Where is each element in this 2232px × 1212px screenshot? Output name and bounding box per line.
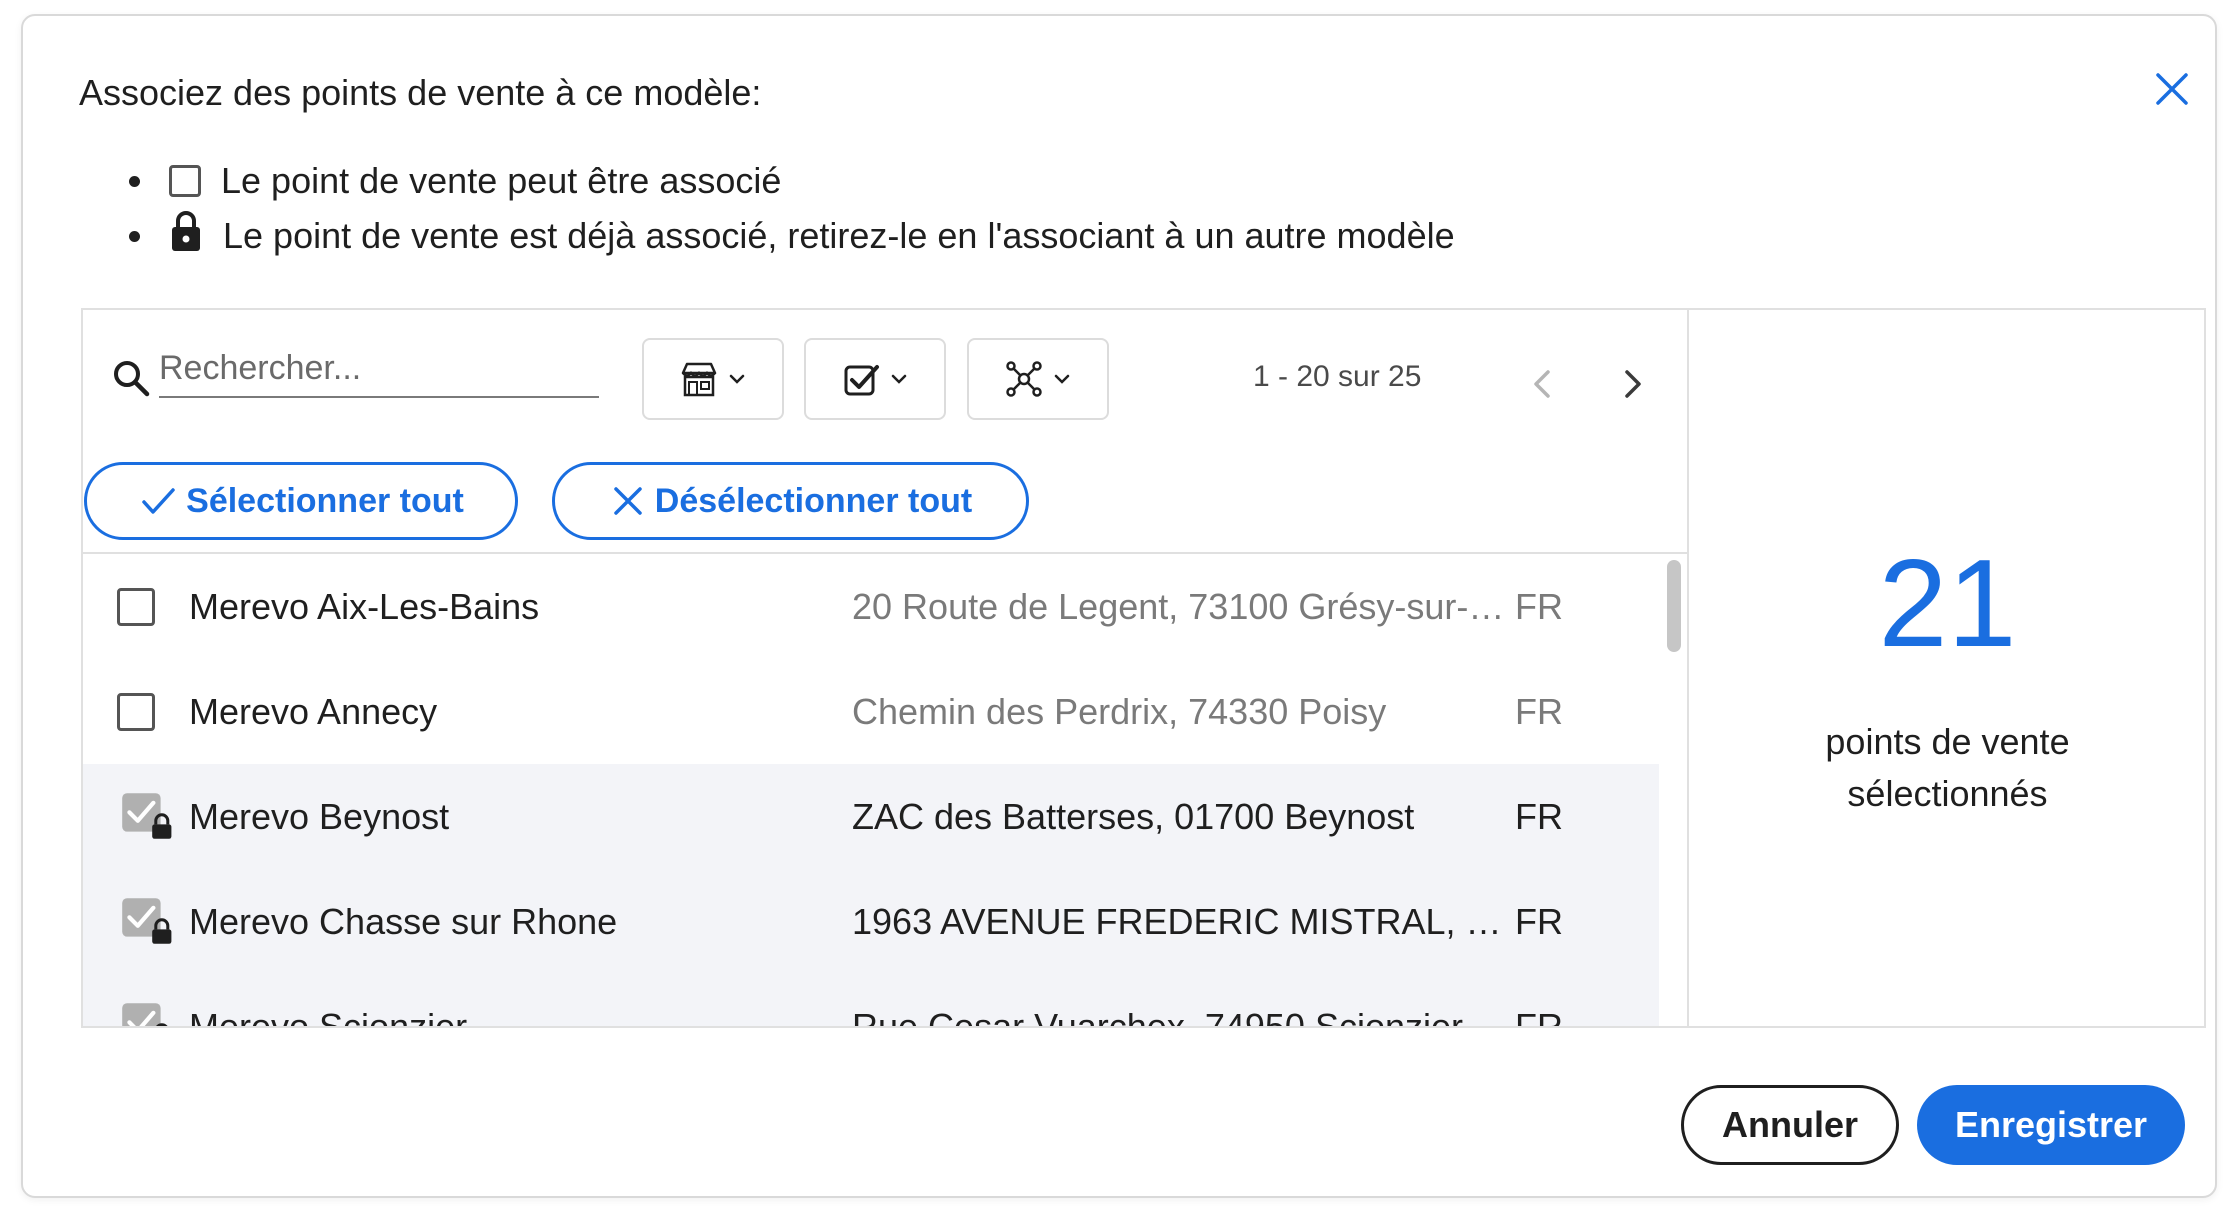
legend-text-locked: Le point de vente est déjà associé, reti… bbox=[223, 215, 1455, 256]
selected-count-label: points de vente sélectionnés bbox=[1691, 716, 2204, 820]
network-icon bbox=[1006, 361, 1042, 397]
store-checkbox[interactable] bbox=[117, 692, 155, 731]
store-country: FR bbox=[1515, 585, 1563, 627]
close-icon bbox=[614, 487, 642, 515]
select-all-label: Sélectionner tout bbox=[186, 481, 464, 520]
stores-list: Merevo Aix-Les-Bains 20 Route de Legent,… bbox=[83, 552, 1687, 1026]
legend-text-available: Le point de vente peut être associé bbox=[221, 160, 782, 201]
chevron-down-icon bbox=[1054, 374, 1070, 384]
store-country: FR bbox=[1515, 795, 1563, 837]
store-row[interactable]: Merevo Aix-Les-Bains 20 Route de Legent,… bbox=[83, 554, 1659, 659]
store-name: Merevo Scionzier bbox=[189, 1005, 468, 1027]
chevron-down-icon bbox=[891, 374, 907, 384]
store-country: FR bbox=[1515, 900, 1563, 942]
legend-item-available: Le point de vente peut être associé bbox=[129, 160, 781, 202]
chevron-right-icon[interactable] bbox=[1612, 364, 1652, 404]
checkbox-checked-icon bbox=[844, 365, 879, 396]
store-filter-button[interactable] bbox=[642, 338, 784, 420]
selected-count-label-line1: points de vente bbox=[1825, 721, 2070, 762]
associate-stores-dialog: Associez des points de vente à ce modèle… bbox=[21, 14, 2217, 1198]
legend-item-locked: Le point de vente est déjà associé, reti… bbox=[129, 211, 1455, 257]
deselect-all-button[interactable]: Désélectionner tout bbox=[552, 462, 1029, 540]
store-checkbox[interactable] bbox=[117, 587, 155, 626]
dialog-title: Associez des points de vente à ce modèle… bbox=[79, 72, 762, 113]
store-name: Merevo Aix-Les-Bains bbox=[189, 585, 540, 627]
select-all-button[interactable]: Sélectionner tout bbox=[84, 462, 518, 540]
bullet bbox=[129, 230, 140, 242]
stores-list-section: 1 - 20 sur 25 Sélectionner tout Désélect… bbox=[83, 310, 1689, 1026]
store-row-locked: Merevo Beynost ZAC des Batterses, 01700 … bbox=[83, 764, 1659, 869]
store-address: 20 Route de Legent, 73100 Grésy-sur-Aix bbox=[852, 585, 1507, 627]
save-button[interactable]: Enregistrer bbox=[1917, 1085, 2185, 1165]
selected-count-label-line2: sélectionnés bbox=[1847, 773, 2048, 814]
store-name: Merevo Annecy bbox=[189, 690, 438, 732]
store-address: Rue Cesar Vuarchex, 74950 Scionzier bbox=[852, 1005, 1463, 1027]
pagination-label: 1 - 20 sur 25 bbox=[1253, 360, 1422, 393]
chevron-left-icon[interactable] bbox=[1523, 364, 1563, 404]
close-icon[interactable] bbox=[2150, 67, 2194, 111]
locked-checkbox-icon bbox=[122, 898, 172, 944]
store-address: Chemin des Perdrix, 74330 Poisy bbox=[852, 690, 1387, 732]
search-input[interactable] bbox=[159, 340, 599, 398]
network-filter-button[interactable] bbox=[967, 338, 1109, 420]
store-name: Merevo Beynost bbox=[189, 795, 450, 837]
stores-panel: 1 - 20 sur 25 Sélectionner tout Désélect… bbox=[81, 308, 2206, 1028]
check-icon bbox=[142, 488, 175, 514]
selection-summary: 21 points de vente sélectionnés bbox=[1691, 310, 2204, 1026]
store-address: ZAC des Batterses, 01700 Beynost bbox=[852, 795, 1415, 837]
lock-icon bbox=[172, 211, 200, 251]
store-country: FR bbox=[1515, 690, 1563, 732]
cancel-button[interactable]: Annuler bbox=[1681, 1085, 1899, 1165]
store-country: FR bbox=[1515, 1005, 1563, 1027]
search-icon bbox=[114, 361, 150, 397]
locked-checkbox-icon bbox=[122, 1003, 168, 1026]
store-row[interactable]: Merevo Annecy Chemin des Perdrix, 74330 … bbox=[83, 659, 1659, 764]
store-icon bbox=[681, 362, 717, 397]
selection-filter-button[interactable] bbox=[804, 338, 946, 420]
store-address: 1963 AVENUE FREDERIC MISTRAL, 38670 Chas… bbox=[852, 900, 1507, 942]
checkbox-empty-icon bbox=[169, 165, 201, 197]
scrollbar-thumb[interactable] bbox=[1667, 560, 1681, 652]
store-row-locked: Merevo Chasse sur Rhone 1963 AVENUE FRED… bbox=[83, 869, 1659, 974]
store-row-locked: Merevo Scionzier Rue Cesar Vuarchex, 749… bbox=[83, 974, 1659, 1026]
selected-count: 21 bbox=[1878, 535, 2017, 673]
deselect-all-label: Désélectionner tout bbox=[654, 481, 973, 520]
chevron-down-icon bbox=[729, 374, 745, 384]
bullet bbox=[129, 175, 140, 187]
store-name: Merevo Chasse sur Rhone bbox=[189, 900, 618, 942]
locked-checkbox-icon bbox=[122, 793, 172, 839]
